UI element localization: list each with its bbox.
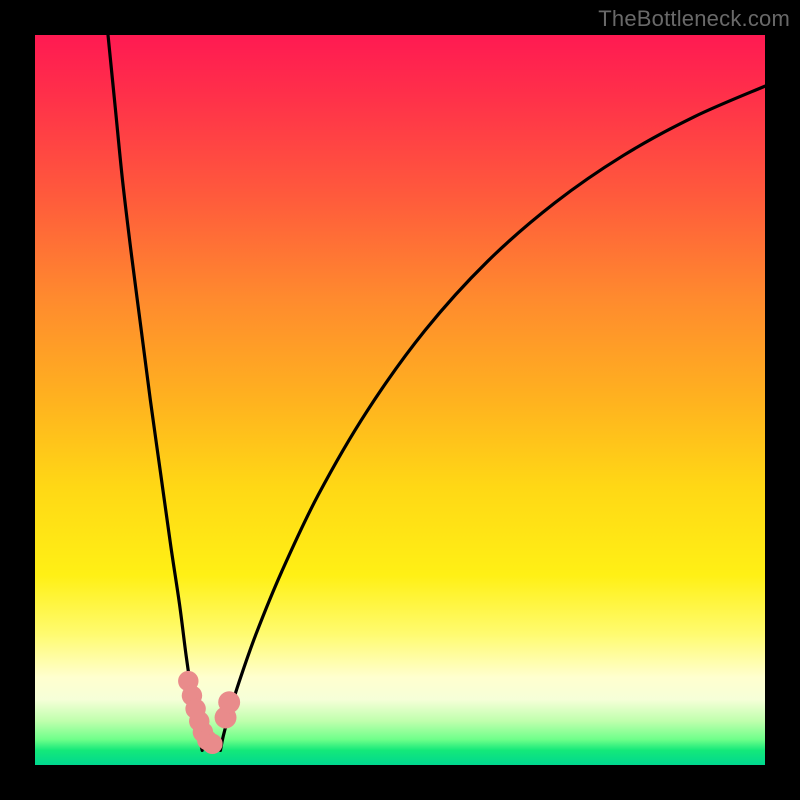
left-branch-curve bbox=[108, 35, 202, 750]
valley-marker bbox=[218, 691, 240, 713]
watermark-text: TheBottleneck.com bbox=[598, 6, 790, 32]
curves-svg bbox=[35, 35, 765, 765]
valley-marker bbox=[202, 734, 222, 754]
plot-area bbox=[35, 35, 765, 765]
valley-markers bbox=[178, 671, 240, 754]
right-branch-curve bbox=[220, 86, 765, 750]
chart-frame: TheBottleneck.com bbox=[0, 0, 800, 800]
